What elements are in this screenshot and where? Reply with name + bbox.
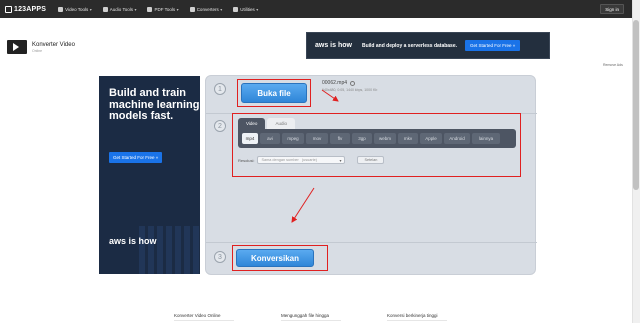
ad-banner-top[interactable]: aws is how Build and deploy a serverless… [306,32,550,59]
footer-divider [387,320,447,321]
gear-icon[interactable] [350,80,356,86]
annotation-box [237,79,311,107]
video-icon [58,6,64,12]
top-nav: 123APPS Video Tools ▾ Audio Tools ▾ PDF … [0,0,632,18]
chevron-down-icon: ▾ [256,6,259,12]
nav-video-tools[interactable]: Video Tools ▾ [58,6,92,12]
page-title: Konverter Video [32,42,75,48]
nav-converters[interactable]: Converters ▾ [189,6,223,12]
footer-divider [174,320,234,321]
nav-menu: Video Tools ▾ Audio Tools ▾ PDF Tools ▾ … [58,6,269,12]
logo-icon [5,5,12,13]
step-number: 1 [214,83,226,95]
step-number: 2 [214,120,226,132]
nav-label: PDF Tools [154,6,176,12]
footer-feature: Konversi berkinerja tinggi [387,313,438,318]
nav-label: Converters [196,6,219,12]
ad-cta-button[interactable]: Get Started For Free » [465,40,521,51]
video-converter-icon [7,40,27,54]
ad-decoration [139,226,200,274]
utilities-icon [233,6,239,12]
remove-ads-link[interactable]: Remove Ads [603,63,623,67]
ad-headline: Build and train machine learning models … [109,87,200,122]
ad-banner-left[interactable]: Build and train machine learning models … [99,76,200,274]
footer-feature: Mengunggah file hingga [281,313,330,318]
chevron-down-icon: ▾ [176,6,179,12]
page-scrollbar[interactable] [632,0,640,323]
logo-text: 123APPS [14,5,47,13]
footer-divider [281,320,341,321]
nav-utilities[interactable]: Utilities ▾ [233,6,259,12]
converter-icon [189,6,195,12]
footer-feature: Konverter Video Online [174,313,221,318]
annotation-box [232,245,328,271]
page-subtitle: Online [32,49,43,53]
nav-pdf-tools[interactable]: PDF Tools ▾ [147,6,179,12]
nav-label: Utilities [240,6,255,12]
nav-label: Video Tools [65,6,89,12]
file-info: 640x480, 0:05, 1440 kbps, 1000 Kb [322,88,378,92]
file-name: 00062.mp4 [322,80,356,86]
sign-in-button[interactable]: Sign in [600,4,624,14]
file-name-text: 00062.mp4 [322,80,348,86]
chevron-down-icon: ▾ [134,6,137,12]
step-divider [206,242,537,243]
nav-label: Audio Tools [109,6,133,12]
scrollbar-thumb[interactable] [633,20,639,190]
nav-audio-tools[interactable]: Audio Tools ▾ [102,6,137,12]
chevron-down-icon: ▾ [220,6,223,12]
aws-logo: aws is how [109,236,157,246]
audio-icon [102,6,108,12]
aws-logo: aws is how [315,42,352,49]
annotation-box [232,113,521,177]
ad-message: Build and deploy a serverless database. [361,42,458,49]
pdf-icon [147,6,153,12]
ad-cta-button[interactable]: Get Started For Free » [109,152,163,163]
app-logo[interactable]: 123APPS [5,5,47,13]
app-header: Konverter Video Online [7,40,75,54]
step-number: 3 [214,251,226,263]
chevron-down-icon: ▾ [89,6,92,12]
